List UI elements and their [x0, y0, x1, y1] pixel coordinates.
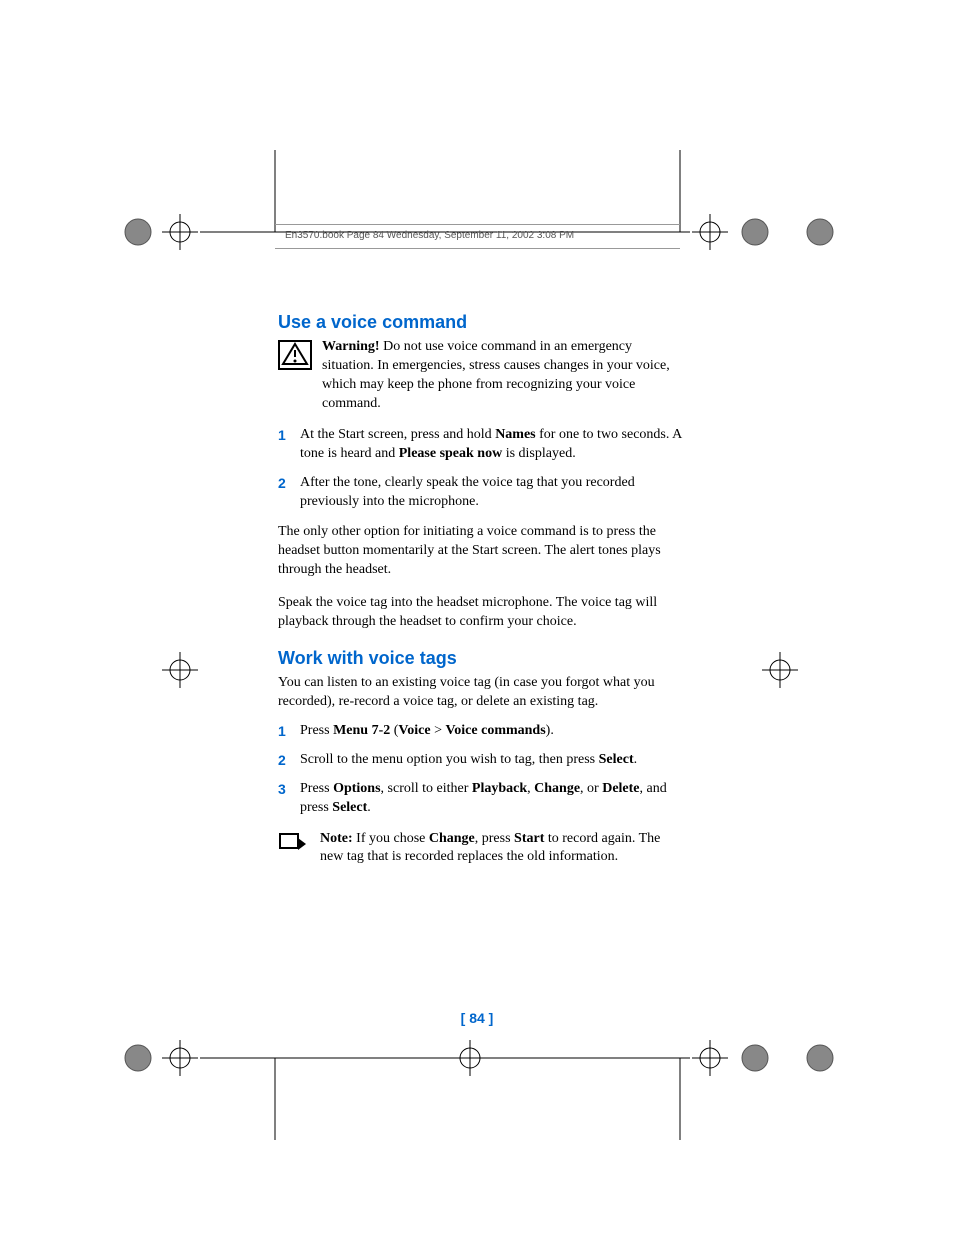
warning-text: Warning! Do not use voice command in an … — [322, 338, 683, 414]
paragraph: Speak the voice tag into the headset mic… — [278, 594, 683, 632]
step-text: After the tone, clearly speak the voice … — [300, 474, 683, 512]
heading-work-with-voice-tags: Work with voice tags — [278, 646, 683, 670]
header-rule-bottom — [275, 248, 680, 249]
bold-select: Select — [599, 752, 634, 767]
t: ). — [546, 723, 554, 738]
bold-please-speak: Please speak now — [399, 446, 502, 461]
warning-block: Warning! Do not use voice command in an … — [278, 338, 683, 414]
step-number: 1 — [278, 722, 300, 741]
page-number: [ 84 ] — [0, 1010, 954, 1026]
t: , press — [475, 831, 514, 846]
page-content: Use a voice command Warning! Do not use … — [278, 310, 683, 867]
steps-section2: 1 Press Menu 7-2 (Voice > Voice commands… — [278, 722, 683, 818]
note-icon — [278, 832, 308, 861]
step-2: 2 After the tone, clearly speak the voic… — [278, 474, 683, 512]
t: Press — [300, 723, 333, 738]
t: > — [431, 723, 446, 738]
step-number: 1 — [278, 426, 300, 464]
step-number: 2 — [278, 751, 300, 770]
bold-playback: Playback — [472, 781, 527, 796]
bold-voice-commands: Voice commands — [445, 723, 545, 738]
t: If you chose — [353, 831, 429, 846]
t: Scroll to the menu option you wish to ta… — [300, 752, 599, 767]
bold-start: Start — [514, 831, 544, 846]
bold-menu: Menu 7-2 — [333, 723, 390, 738]
note-block: Note: If you chose Change, press Start t… — [278, 830, 683, 868]
page-header-text: En3570.book Page 84 Wednesday, September… — [285, 230, 574, 241]
warning-icon — [278, 340, 312, 377]
steps-section1: 1 At the Start screen, press and hold Na… — [278, 426, 683, 512]
bold-delete: Delete — [602, 781, 639, 796]
note-label: Note: — [320, 831, 353, 846]
bold-select: Select — [332, 800, 367, 815]
step-1: 1 Press Menu 7-2 (Voice > Voice commands… — [278, 722, 683, 741]
t: Press — [300, 781, 333, 796]
t: is displayed. — [502, 446, 576, 461]
heading-use-voice-command: Use a voice command — [278, 310, 683, 334]
step-3: 3 Press Options, scroll to either Playba… — [278, 780, 683, 818]
t: . — [367, 800, 371, 815]
bold-voice: Voice — [398, 723, 430, 738]
intro-paragraph: You can listen to an existing voice tag … — [278, 674, 683, 712]
t: At the Start screen, press and hold — [300, 427, 495, 442]
note-text: Note: If you chose Change, press Start t… — [320, 830, 683, 868]
step-1: 1 At the Start screen, press and hold Na… — [278, 426, 683, 464]
t: , scroll to either — [381, 781, 472, 796]
step-text: Press Options, scroll to either Playback… — [300, 780, 683, 818]
header-rule-top — [275, 224, 680, 225]
registration-marks-bottom — [120, 1040, 840, 1140]
t: , or — [580, 781, 602, 796]
bold-options: Options — [333, 781, 380, 796]
warning-label: Warning! — [322, 339, 380, 354]
step-number: 3 — [278, 780, 300, 818]
t: . — [634, 752, 638, 767]
step-number: 2 — [278, 474, 300, 512]
bold-names: Names — [495, 427, 535, 442]
step-text: Scroll to the menu option you wish to ta… — [300, 751, 683, 770]
step-2: 2 Scroll to the menu option you wish to … — [278, 751, 683, 770]
paragraph: The only other option for initiating a v… — [278, 523, 683, 580]
bold-change: Change — [429, 831, 475, 846]
step-text: At the Start screen, press and hold Name… — [300, 426, 683, 464]
bold-change: Change — [534, 781, 580, 796]
step-text: Press Menu 7-2 (Voice > Voice commands). — [300, 722, 683, 741]
